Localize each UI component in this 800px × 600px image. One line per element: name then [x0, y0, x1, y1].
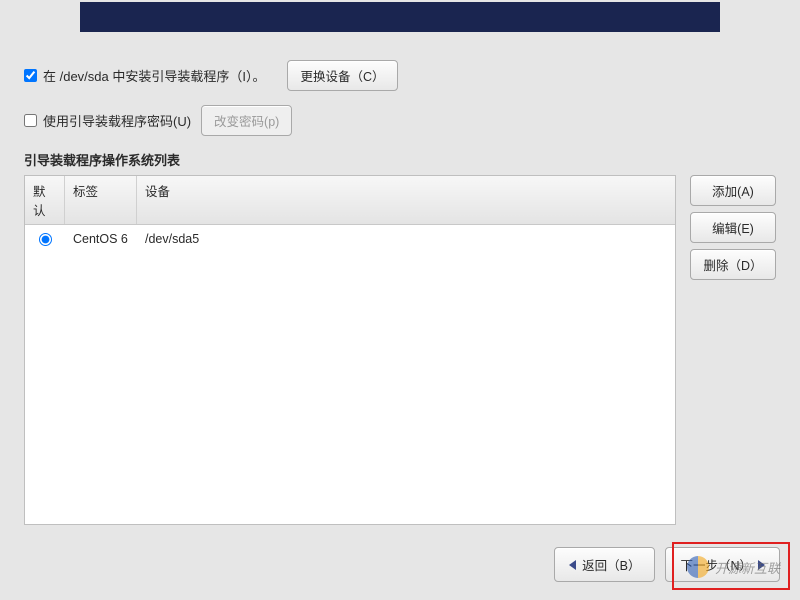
- back-button-label: 返回（B）: [582, 555, 640, 574]
- edit-button[interactable]: 编辑(E): [690, 212, 776, 243]
- os-list-buttons: 添加(A) 编辑(E) 删除（D）: [690, 175, 776, 525]
- col-default-header[interactable]: 默认: [25, 176, 65, 224]
- os-list-table: 默认 标签 设备 CentOS 6 /dev/sda5: [24, 175, 676, 525]
- back-button[interactable]: 返回（B）: [554, 547, 655, 582]
- change-password-button: 改变密码(p): [201, 105, 292, 136]
- install-bootloader-checkbox[interactable]: [24, 69, 37, 82]
- change-device-button[interactable]: 更换设备（C）: [287, 60, 397, 91]
- os-list-area: 默认 标签 设备 CentOS 6 /dev/sda5 添加(A) 编辑(E) …: [24, 175, 776, 525]
- header-banner: [80, 2, 720, 32]
- row-label-cell: CentOS 6: [65, 228, 137, 250]
- add-button[interactable]: 添加(A): [690, 175, 776, 206]
- delete-button[interactable]: 删除（D）: [690, 249, 776, 280]
- footer-nav: 返回（B） 下一步（N）: [0, 547, 800, 582]
- default-os-radio[interactable]: [39, 233, 52, 246]
- table-row[interactable]: CentOS 6 /dev/sda5: [25, 225, 675, 253]
- arrow-right-icon: [758, 560, 765, 570]
- col-device-header[interactable]: 设备: [137, 176, 675, 224]
- main-content: 在 /dev/sda 中安装引导装载程序（I）。 更换设备（C） 使用引导装载程…: [24, 60, 776, 525]
- use-password-checkbox[interactable]: [24, 114, 37, 127]
- arrow-left-icon: [569, 560, 576, 570]
- row-default-cell[interactable]: [25, 229, 65, 250]
- table-body: CentOS 6 /dev/sda5: [25, 225, 675, 253]
- os-list-title: 引导装载程序操作系统列表: [24, 150, 776, 169]
- install-bootloader-label: 在 /dev/sda 中安装引导装载程序（I）。: [43, 66, 265, 85]
- col-label-header[interactable]: 标签: [65, 176, 137, 224]
- next-button-label: 下一步（N）: [680, 555, 752, 574]
- use-password-row: 使用引导装载程序密码(U) 改变密码(p): [24, 105, 776, 136]
- install-bootloader-row: 在 /dev/sda 中安装引导装载程序（I）。 更换设备（C）: [24, 60, 776, 91]
- table-header: 默认 标签 设备: [25, 176, 675, 225]
- next-button[interactable]: 下一步（N）: [665, 547, 780, 582]
- use-password-label: 使用引导装载程序密码(U): [43, 111, 191, 130]
- row-device-cell: /dev/sda5: [137, 228, 675, 250]
